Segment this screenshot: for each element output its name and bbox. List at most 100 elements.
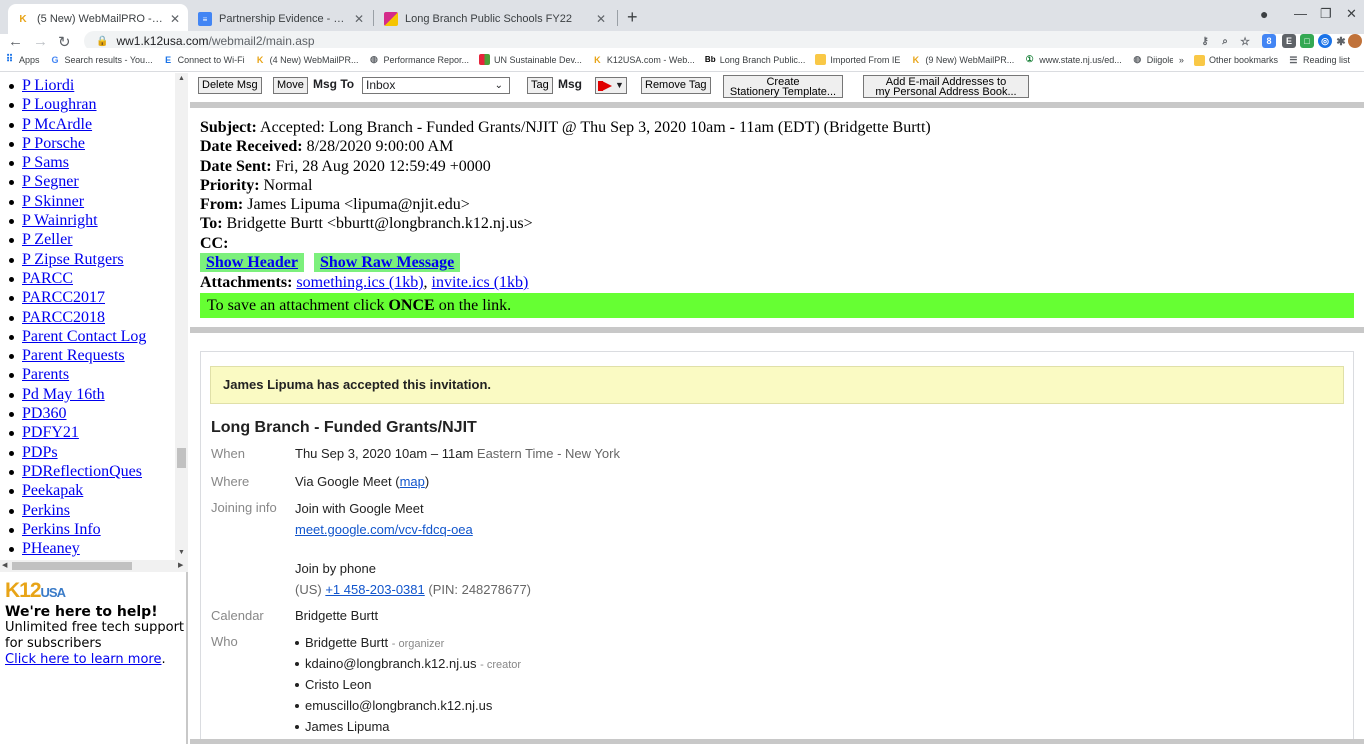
delete-msg-button[interactable]: Delete Msg [198, 77, 262, 94]
move-button[interactable]: Move [273, 77, 308, 94]
scroll-left-icon[interactable]: ◀ [2, 561, 7, 569]
bookmark-reading-list[interactable]: ☰ Reading list [1288, 55, 1350, 66]
folder-link[interactable]: P Zipse Rutgers [22, 251, 124, 268]
folder-link[interactable]: P Sams [22, 154, 69, 171]
cc-line: CC: [200, 234, 229, 252]
folder-select[interactable]: Inbox ⌄ [362, 77, 510, 94]
k12usa-favicon-icon: K [19, 13, 27, 25]
folder-vertical-scrollbar[interactable]: ▲ ▼ [175, 73, 188, 560]
close-icon[interactable]: ✕ [596, 12, 606, 26]
folder-link[interactable]: Pd May 16th [22, 386, 105, 403]
extension-icon[interactable]: ◎ [1318, 34, 1332, 48]
meet-link[interactable]: meet.google.com/vcv-fdcq-oea [295, 522, 473, 537]
new-tab-icon[interactable]: + [627, 8, 638, 26]
scroll-right-icon[interactable]: ▶ [178, 561, 183, 569]
attendee-role: - creator [480, 659, 522, 671]
folder-link[interactable]: P Zeller [22, 231, 73, 248]
folder-link[interactable]: PARCC [22, 270, 73, 287]
folder-item: P Porsche [9, 134, 175, 153]
extension-icon[interactable]: 8 [1262, 34, 1276, 48]
tab-webmail[interactable]: K (5 New) WebMailPRO - K12USA ✕ [8, 4, 188, 34]
create-stationery-button[interactable]: Create Stationery Template... [723, 75, 843, 98]
bookmarks-more-button[interactable]: » [1179, 55, 1184, 65]
folder-link[interactable]: PHeaney [22, 540, 80, 557]
folder-link[interactable]: P Wainright [22, 212, 98, 229]
bookmark-item[interactable]: UN Sustainable Dev... [479, 54, 582, 65]
map-link[interactable]: map [400, 474, 425, 489]
apps-grid-icon: ⠿ [5, 54, 14, 65]
zoom-icon[interactable]: ⌕ [1218, 34, 1232, 48]
bookmark-item[interactable]: G Search results - You... [50, 54, 153, 65]
folder-item: PDFY21 [9, 423, 175, 442]
bookmark-item[interactable]: Imported From IE [815, 54, 900, 65]
folder-link[interactable]: PARCC2017 [22, 289, 105, 306]
folder-link[interactable]: Perkins [22, 502, 70, 519]
flag-select[interactable]: ▼ [595, 77, 627, 94]
key-icon[interactable]: ⚷ [1198, 34, 1212, 48]
bookmark-item[interactable]: E Connect to Wi-Fi [163, 54, 245, 65]
tab-long-branch[interactable]: Long Branch Public Schools FY22 ✕ [376, 4, 614, 34]
phone-link[interactable]: +1 458-203-0381 [325, 582, 424, 597]
folder-link[interactable]: Parent Contact Log [22, 328, 146, 345]
folder-link[interactable]: P Porsche [22, 135, 85, 152]
blackboard-icon: Bb [704, 55, 716, 64]
message-horizontal-scrollbar[interactable] [190, 739, 1364, 744]
folder-link[interactable]: PD360 [22, 405, 66, 422]
folder-link[interactable]: P Skinner [22, 193, 84, 210]
folder-link[interactable]: P Liordi [22, 77, 74, 94]
close-icon[interactable]: ✕ [170, 12, 180, 26]
bookmark-item[interactable]: ① www.state.nj.us/ed... [1024, 54, 1122, 65]
bookmark-star-icon[interactable]: ☆ [1238, 34, 1252, 48]
scroll-up-icon[interactable]: ▲ [178, 75, 185, 82]
bookmark-item[interactable]: K (4 New) WebMailPR... [255, 54, 359, 65]
folder-link[interactable]: PDFY21 [22, 424, 79, 441]
bookmark-item[interactable]: ◍ Diigolet [1132, 54, 1176, 65]
folder-link[interactable]: Parents [22, 366, 69, 383]
show-raw-message-button[interactable]: Show Raw Message [314, 253, 461, 273]
scroll-thumb[interactable] [12, 562, 132, 570]
folder-link[interactable]: P Loughran [22, 96, 97, 113]
tab-partnership-evidence[interactable]: ≡ Partnership Evidence - Google D ✕ [190, 4, 372, 34]
scroll-down-icon[interactable]: ▼ [178, 549, 185, 556]
profile-dot-icon[interactable]: ● [1260, 6, 1268, 22]
attachment-link[interactable]: something.ics (1kb) [296, 274, 423, 291]
folder-link[interactable]: P McArdle [22, 116, 92, 133]
folder-horizontal-scrollbar[interactable]: ◀ ▶ [0, 560, 188, 572]
bookmark-other[interactable]: Other bookmarks [1193, 54, 1278, 66]
folder-item: P Segner [9, 172, 175, 191]
bookmark-item[interactable]: K K12USA.com - Web... [592, 54, 695, 65]
attachment-link[interactable]: invite.ics (1kb) [432, 274, 529, 291]
add-to-address-book-button[interactable]: Add E-mail Addresses to my Personal Addr… [863, 75, 1029, 98]
attendee-name: kdaino@longbranch.k12.nj.us [305, 656, 477, 671]
folder-link[interactable]: PDReflectionQues [22, 463, 142, 480]
bookmark-item[interactable]: Bb Long Branch Public... [704, 54, 805, 65]
divider [190, 327, 1364, 333]
tag-button[interactable]: Tag [527, 77, 553, 94]
message-toolbar: Delete Msg Move Msg To Inbox ⌄ Tag Msg ▼… [190, 73, 1364, 101]
folder-link[interactable]: Parent Requests [22, 347, 125, 364]
bookmark-item[interactable]: K (9 New) WebMailPR... [910, 54, 1015, 65]
avatar[interactable] [1348, 34, 1362, 48]
folder-list: P Liordi P Loughran P McArdle P Porsche P Sa… [0, 73, 175, 560]
restore-icon[interactable]: ❐ [1320, 6, 1332, 22]
folder-link[interactable]: PDPs [22, 444, 58, 461]
k12usa-icon: K [912, 54, 920, 65]
k12usa-icon: K [594, 54, 601, 65]
extension-icon[interactable]: E [1282, 34, 1296, 48]
scroll-thumb[interactable] [177, 448, 186, 468]
folder-link[interactable]: PARCC2018 [22, 309, 105, 326]
window-close-icon[interactable]: ✕ [1346, 6, 1357, 22]
bookmark-item[interactable]: ◍ Performance Repor... [368, 54, 469, 65]
folder-link[interactable]: Perkins Info [22, 521, 101, 538]
extension-icon[interactable]: □ [1300, 34, 1314, 48]
folder-link[interactable]: Peekapak [22, 482, 83, 499]
bookmark-apps[interactable]: ⠿ Apps [4, 54, 40, 65]
minimize-icon[interactable]: — [1294, 6, 1307, 21]
join-phone-text: Join by phone [295, 561, 376, 576]
show-header-button[interactable]: Show Header [200, 253, 304, 273]
folder-link[interactable]: P Segner [22, 173, 79, 190]
remove-tag-button[interactable]: Remove Tag [641, 77, 711, 94]
learn-more-link[interactable]: Click here to learn more [5, 652, 161, 667]
close-icon[interactable]: ✕ [354, 12, 364, 26]
puzzle-icon[interactable]: ✱ [1334, 34, 1348, 48]
